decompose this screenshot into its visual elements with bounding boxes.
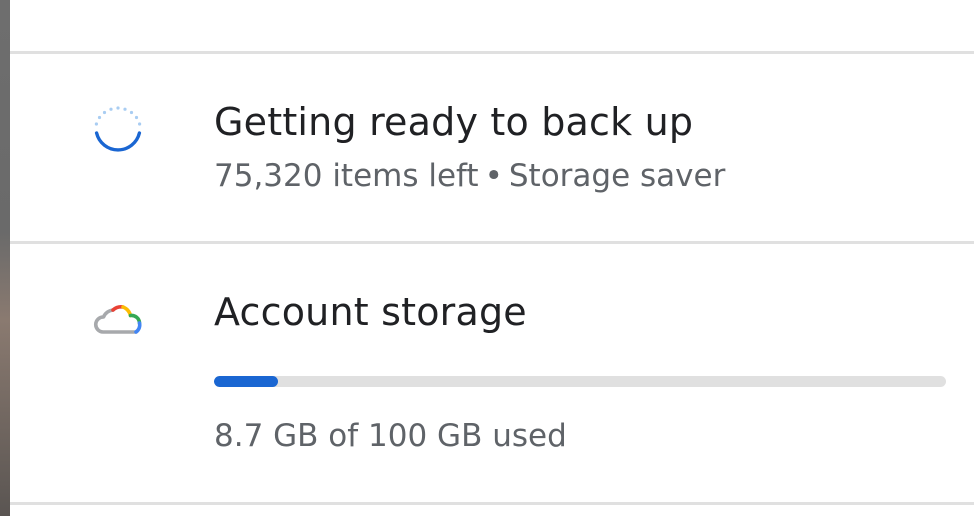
storage-progress-fill bbox=[214, 376, 278, 387]
storage-usage-text: 8.7 GB of 100 GB used bbox=[214, 418, 567, 454]
items-left-text: 75,320 items left bbox=[214, 158, 479, 194]
backup-title: Getting ready to back up bbox=[214, 100, 694, 144]
backup-subtitle: 75,320 items left • Storage saver bbox=[214, 158, 725, 194]
background-edge bbox=[0, 0, 10, 516]
storage-title: Account storage bbox=[214, 290, 527, 334]
storage-progress-bar bbox=[214, 376, 946, 387]
backup-status-row[interactable]: Getting ready to back up 75,320 items le… bbox=[10, 54, 974, 241]
separator-dot: • bbox=[484, 158, 503, 194]
cloud-icon bbox=[90, 292, 146, 348]
backup-settings-screen: Getting ready to back up 75,320 items le… bbox=[0, 0, 974, 516]
backup-quality-text: Storage saver bbox=[508, 158, 726, 194]
settings-sheet: Getting ready to back up 75,320 items le… bbox=[10, 0, 974, 516]
divider-bottom bbox=[10, 502, 974, 505]
account-storage-row[interactable]: Account storage 8.7 GB of 100 GB used bbox=[10, 244, 974, 502]
loading-spinner-icon bbox=[90, 102, 146, 158]
